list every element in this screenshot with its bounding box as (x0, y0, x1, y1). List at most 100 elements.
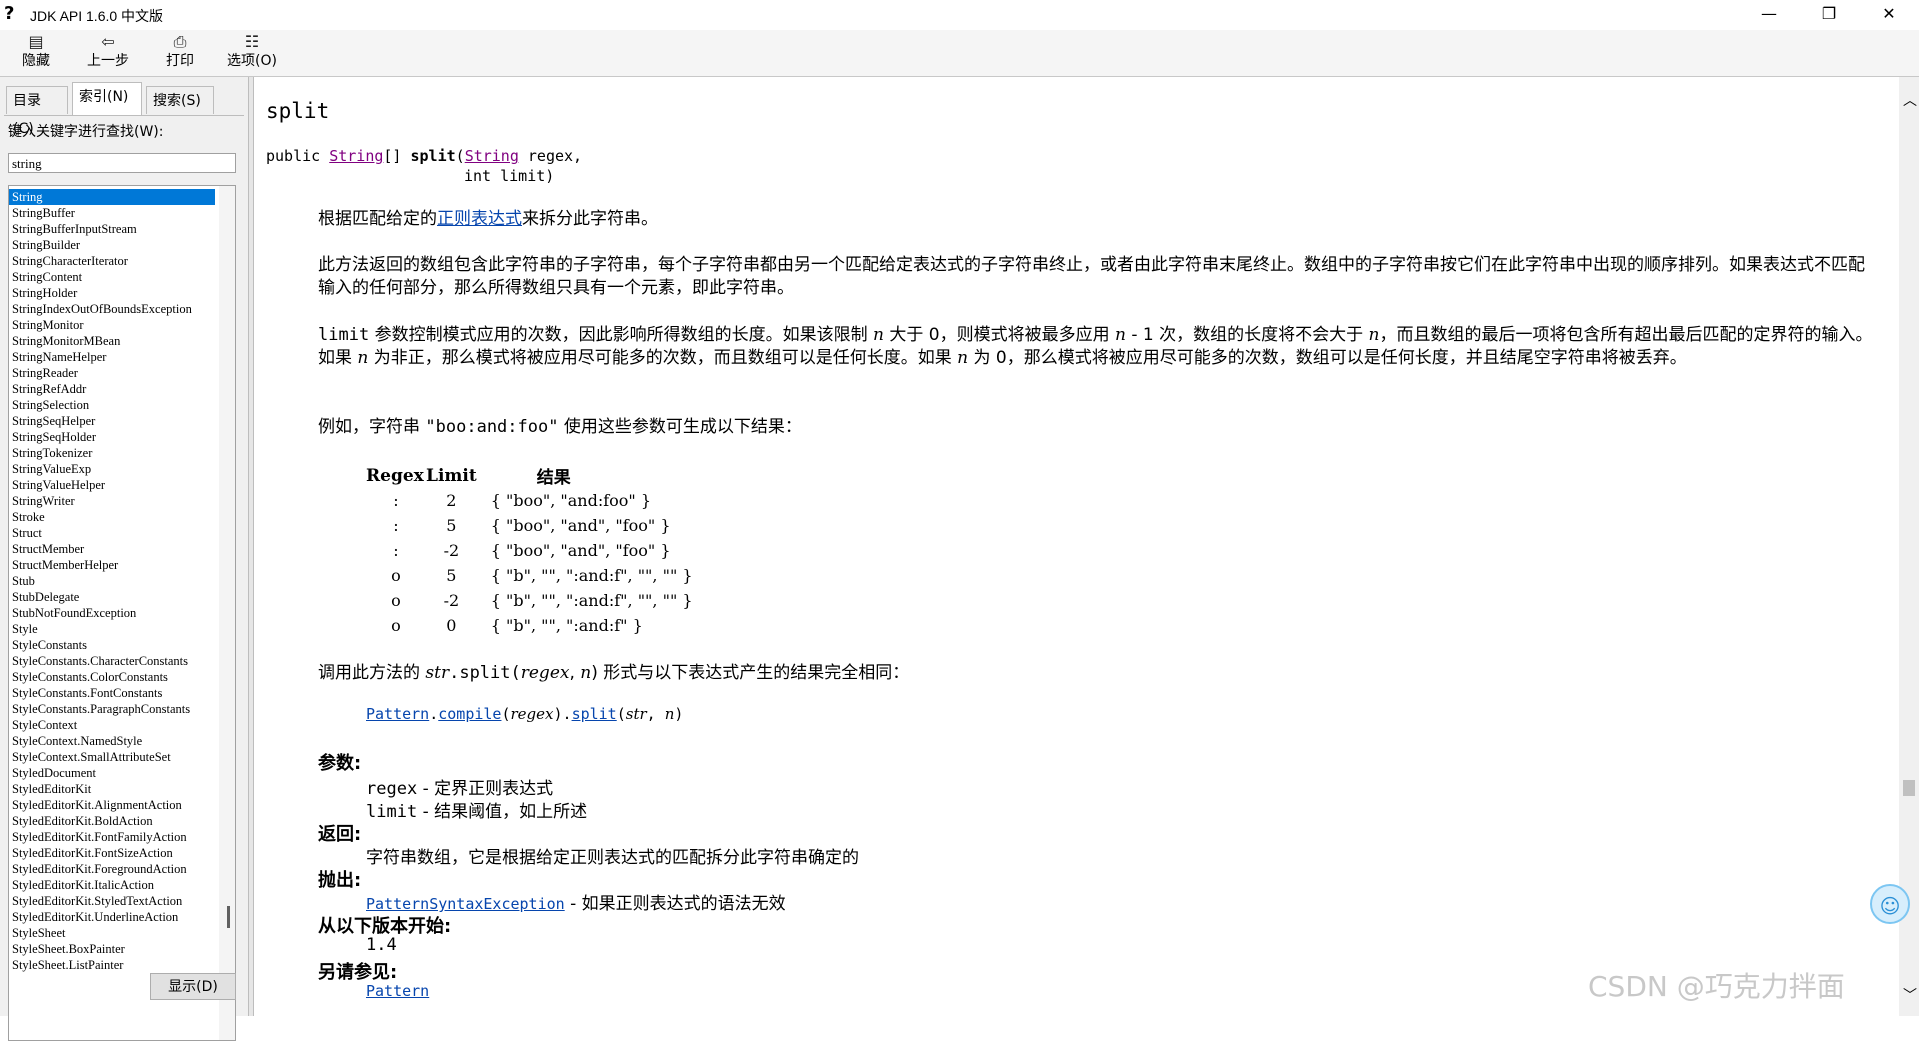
index-list-item[interactable]: StringNameHelper (9, 349, 215, 365)
chat-assistant-icon[interactable]: ☺ (1870, 884, 1910, 924)
index-list-item[interactable]: StructMemberHelper (9, 557, 215, 573)
index-list-item[interactable]: Style (9, 621, 215, 637)
index-list-item[interactable]: StyleConstants.FontConstants (9, 685, 215, 701)
index-list-item[interactable]: StyleSheet.BoxPainter (9, 941, 215, 957)
close-button[interactable]: ✕ (1866, 0, 1912, 30)
index-list-item[interactable]: StyleContext (9, 717, 215, 733)
index-list-item[interactable]: StyledEditorKit.FontFamilyAction (9, 829, 215, 845)
index-list-item[interactable]: StyledEditorKit.StyledTextAction (9, 893, 215, 909)
index-list-item[interactable]: StringTokenizer (9, 445, 215, 461)
index-list-item[interactable]: StringRefAddr (9, 381, 215, 397)
options-button[interactable]: ☷ 选项(O) (220, 32, 284, 74)
tab-contents[interactable]: 目录(C) (6, 86, 68, 137)
p3-text: - 1 次，数组的长度将不会大于 (1125, 325, 1369, 345)
back-button[interactable]: ⇦ 上一步 (76, 32, 140, 74)
sig-public: public (266, 147, 330, 165)
index-list-item[interactable]: StringSeqHelper (9, 413, 215, 429)
index-list-item[interactable]: Struct (9, 525, 215, 541)
index-list-item[interactable]: StyledEditorKit.UnderlineAction (9, 909, 215, 925)
index-list-item[interactable]: StyledEditorKit.ItalicAction (9, 877, 215, 893)
index-list-item[interactable]: StringBuilder (9, 237, 215, 253)
index-list-item[interactable]: StyleConstants.ColorConstants (9, 669, 215, 685)
index-list-item[interactable]: StyledEditorKit.AlignmentAction (9, 797, 215, 813)
index-list-item[interactable]: String (9, 189, 215, 205)
display-button[interactable]: 显示(D) (150, 973, 236, 1000)
index-list-item[interactable]: StringIndexOutOfBoundsException (9, 301, 215, 317)
index-list-item[interactable]: StyleContext.SmallAttributeSet (9, 749, 215, 765)
index-list-item[interactable]: StringSelection (9, 397, 215, 413)
index-list-item[interactable]: StyleConstants (9, 637, 215, 653)
index-list-item[interactable]: StringWriter (9, 493, 215, 509)
index-list-item[interactable]: StringMonitor (9, 317, 215, 333)
content-scroll-thumb[interactable] (1903, 780, 1915, 796)
index-list-item[interactable]: StringValueHelper (9, 477, 215, 493)
p3-text: 参数控制模式应用的次数，因此影响所得数组的长度。如果该限制 (369, 325, 873, 345)
print-button[interactable]: ⎙ 打印 (148, 32, 212, 74)
index-list-item[interactable]: StyledEditorKit.ForegroundAction (9, 861, 215, 877)
content-scrollbar[interactable] (1899, 77, 1919, 1016)
tab-search[interactable]: 搜索(S) (146, 86, 214, 114)
see-also-pattern-link[interactable]: Pattern (366, 982, 429, 1000)
index-list-scrollbar[interactable] (219, 186, 235, 1040)
index-list-item[interactable]: StringReader (9, 365, 215, 381)
index-list-item[interactable]: StyleContext.NamedStyle (9, 733, 215, 749)
pattern-syntax-exception-link[interactable]: PatternSyntaxException (366, 895, 565, 913)
index-list-items: String StringBuffer StringBufferInputStrea… (9, 189, 215, 973)
str-var: str (625, 705, 647, 723)
pattern-link[interactable]: Pattern (366, 705, 429, 723)
index-list-item[interactable]: StyledDocument (9, 765, 215, 781)
string-type-link[interactable]: String (329, 147, 383, 165)
options-icon: ☷ (244, 32, 260, 51)
index-list-item[interactable]: StringSeqHolder (9, 429, 215, 445)
index-list-item[interactable]: StyledEditorKit (9, 781, 215, 797)
index-list[interactable]: String StringBuffer StringBufferInputStrea… (8, 185, 236, 1041)
index-list-item[interactable]: StringBufferInputStream (9, 221, 215, 237)
hide-button[interactable]: ▤ 隐藏 (4, 32, 68, 74)
example-string-code: "boo:and:foo" (425, 417, 559, 437)
table-row: o 5 { "b", "", ":and:f", "", "" } (366, 563, 692, 588)
regex-link[interactable]: 正则表达式 (437, 209, 522, 229)
tab-divider (4, 115, 244, 116)
split-link[interactable]: split (572, 705, 617, 723)
scroll-up-icon[interactable]: ︿ (1903, 90, 1917, 110)
maximize-button[interactable]: ❐ (1806, 0, 1852, 30)
sig-open: ( (455, 147, 465, 165)
index-list-item[interactable]: StructMember (9, 541, 215, 557)
index-list-scroll-thumb[interactable] (227, 906, 230, 928)
tab-index[interactable]: 索引(N) (72, 82, 142, 115)
index-list-item[interactable]: StyleConstants.ParagraphConstants (9, 701, 215, 717)
index-list-item[interactable]: StubDelegate (9, 589, 215, 605)
since-value: 1.4 (366, 935, 397, 955)
n-var: n (580, 663, 592, 683)
index-list-item[interactable]: StringHolder (9, 285, 215, 301)
limit-paragraph: limit 参数控制模式应用的次数，因此影响所得数组的长度。如果该限制 n 大于… (318, 324, 1878, 370)
help-question-icon: ? (4, 3, 15, 24)
params-title: 参数: (318, 753, 362, 774)
limit-cell: 2 (446, 491, 457, 510)
navigation-pane: 目录(C) 索引(N) 搜索(S) 键入关键字进行查找(W): string S… (0, 77, 248, 1041)
description-paragraph: 此方法返回的数组包含此字符串的子字符串，每个子字符串都由另一个匹配给定表达式的子… (318, 255, 1865, 298)
param-type-link[interactable]: String (465, 147, 519, 165)
minimize-button[interactable]: — (1746, 0, 1792, 30)
index-list-item[interactable]: StringMonitorMBean (9, 333, 215, 349)
content-pane: split public String[] split(String regex… (254, 77, 1899, 1016)
index-list-item[interactable]: StringCharacterIterator (9, 253, 215, 269)
limit-cell: 0 (446, 616, 457, 635)
index-list-item[interactable]: StyledEditorKit.BoldAction (9, 813, 215, 829)
index-list-item[interactable]: StringContent (9, 269, 215, 285)
index-list-item[interactable]: StyleConstants.CharacterConstants (9, 653, 215, 669)
index-list-item[interactable]: Stroke (9, 509, 215, 525)
index-list-item[interactable]: StringBuffer (9, 205, 215, 221)
example-table-body: : 2 { "boo", "and:foo" }: 5 { "boo", "and", … (366, 488, 692, 638)
keyword-input[interactable]: string (8, 153, 236, 173)
index-list-item[interactable]: StubNotFoundException (9, 605, 215, 621)
index-list-item[interactable]: StringValueExp (9, 461, 215, 477)
index-list-item[interactable]: StyleSheet.ListPainter (9, 957, 215, 973)
scroll-down-icon[interactable]: ﹀ (1903, 985, 1917, 1005)
n-var: n (1368, 325, 1380, 345)
index-list-item[interactable]: Stub (9, 573, 215, 589)
index-list-item[interactable]: StyledEditorKit.FontSizeAction (9, 845, 215, 861)
compile-link[interactable]: compile (438, 705, 501, 723)
index-list-item[interactable]: StyleSheet (9, 925, 215, 941)
printer-icon: ⎙ (173, 32, 187, 51)
